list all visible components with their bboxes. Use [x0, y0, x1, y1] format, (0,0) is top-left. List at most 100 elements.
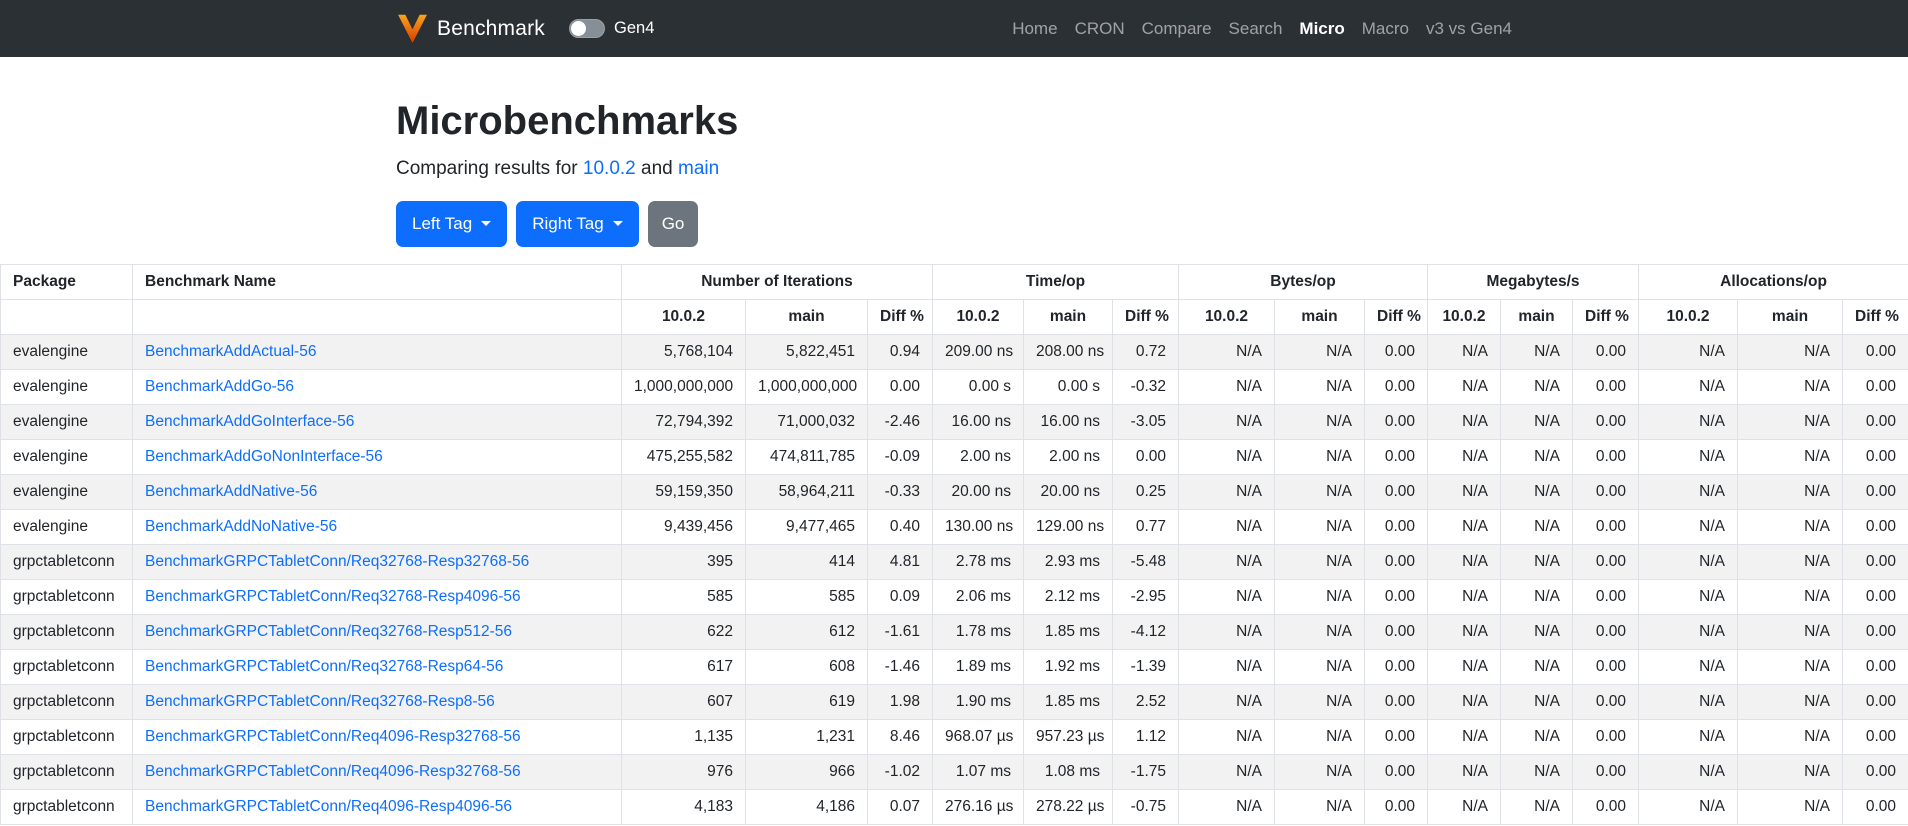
- allocations-cell: N/A: [1737, 508, 1844, 545]
- benchmark-link[interactable]: BenchmarkGRPCTabletConn/Req32768-Resp8-5…: [145, 693, 495, 710]
- allocations-cell: 0.00: [1842, 718, 1908, 755]
- package-cell: grpctabletconn: [0, 543, 133, 580]
- group-header-bytes: Bytes/op: [1178, 263, 1428, 300]
- iterations-cell: 612: [745, 613, 868, 650]
- benchmark-link[interactable]: BenchmarkAddGo-56: [145, 378, 294, 395]
- time-cell: 1.89 ms: [932, 648, 1024, 685]
- megabytes-cell: 0.00: [1571, 578, 1640, 615]
- left-tag-dropdown-label: Left Tag: [412, 214, 473, 233]
- package-cell: grpctabletconn: [0, 718, 133, 755]
- go-button[interactable]: Go: [647, 201, 699, 247]
- bytes-cell: 0.00: [1364, 718, 1428, 755]
- bytes-cell: N/A: [1178, 578, 1275, 615]
- iterations-cell: 4.81: [867, 543, 933, 580]
- megabytes-cell: 0.00: [1571, 368, 1640, 405]
- iterations-cell: 1,000,000,000: [621, 368, 746, 405]
- nav-link-compare[interactable]: Compare: [1142, 19, 1212, 39]
- megabytes-cell: 0.00: [1571, 718, 1640, 755]
- iterations-cell: 1,135: [621, 718, 746, 755]
- iterations-cell: 4,183: [621, 788, 746, 825]
- iterations-cell: 8.46: [867, 718, 933, 755]
- allocations-cell: 0.00: [1842, 438, 1908, 475]
- column-subheader: main: [1500, 298, 1573, 335]
- megabytes-cell: N/A: [1500, 718, 1573, 755]
- time-cell: 1.12: [1112, 718, 1179, 755]
- nav-link-v3-vs-gen4[interactable]: v3 vs Gen4: [1426, 19, 1512, 39]
- time-cell: 957.23 µs: [1023, 718, 1113, 755]
- bytes-cell: N/A: [1274, 473, 1365, 510]
- benchmark-link[interactable]: BenchmarkAddNative-56: [145, 483, 317, 500]
- time-cell: 1.92 ms: [1023, 648, 1113, 685]
- time-cell: 208.00 ns: [1023, 333, 1113, 370]
- bytes-cell: N/A: [1178, 613, 1275, 650]
- benchmark-link[interactable]: BenchmarkGRPCTabletConn/Req4096-Resp3276…: [145, 728, 521, 745]
- group-header-time: Time/op: [932, 263, 1179, 300]
- benchmark-link[interactable]: BenchmarkAddGoInterface-56: [145, 413, 354, 430]
- benchmark-name-cell: BenchmarkGRPCTabletConn/Req4096-Resp3276…: [132, 718, 622, 755]
- allocations-cell: 0.00: [1842, 333, 1908, 370]
- column-subheader: Diff %: [1842, 298, 1908, 335]
- allocations-cell: 0.00: [1842, 753, 1908, 790]
- benchmark-link[interactable]: BenchmarkGRPCTabletConn/Req4096-Resp4096…: [145, 798, 512, 815]
- table-row: grpctabletconn BenchmarkGRPCTabletConn/Re…: [0, 718, 1908, 755]
- iterations-cell: 607: [621, 683, 746, 720]
- package-cell: grpctabletconn: [0, 788, 133, 825]
- table-row: evalengine BenchmarkAddNoNative-56 9,439,4…: [0, 508, 1908, 545]
- megabytes-cell: N/A: [1500, 438, 1573, 475]
- left-tag-link[interactable]: 10.0.2: [583, 158, 636, 179]
- time-cell: 2.12 ms: [1023, 578, 1113, 615]
- benchmark-link[interactable]: BenchmarkGRPCTabletConn/Req32768-Resp512…: [145, 623, 512, 640]
- iterations-cell: 1,231: [745, 718, 868, 755]
- megabytes-cell: N/A: [1427, 473, 1501, 510]
- bytes-cell: N/A: [1274, 648, 1365, 685]
- allocations-cell: N/A: [1737, 718, 1844, 755]
- bytes-cell: N/A: [1178, 473, 1275, 510]
- navbar-container: Benchmark Gen4 Home CRON Compare Search …: [384, 12, 1524, 45]
- nav-link-micro[interactable]: Micro: [1299, 19, 1344, 39]
- table-row: grpctabletconn BenchmarkGRPCTabletConn/Re…: [0, 648, 1908, 685]
- nav-link-macro[interactable]: Macro: [1362, 19, 1409, 39]
- time-cell: 0.72: [1112, 333, 1179, 370]
- iterations-cell: 9,439,456: [621, 508, 746, 545]
- column-subheader: main: [1737, 298, 1844, 335]
- bytes-cell: N/A: [1178, 543, 1275, 580]
- time-cell: 276.16 µs: [932, 788, 1024, 825]
- benchmark-link[interactable]: BenchmarkGRPCTabletConn/Req32768-Resp64-…: [145, 658, 503, 675]
- benchmark-link[interactable]: BenchmarkGRPCTabletConn/Req4096-Resp3276…: [145, 763, 521, 780]
- benchmark-link[interactable]: BenchmarkAddGoNonInterface-56: [145, 448, 383, 465]
- nav-link-search[interactable]: Search: [1229, 19, 1283, 39]
- column-subheader: 10.0.2: [621, 298, 746, 335]
- brand[interactable]: Benchmark: [396, 12, 545, 45]
- nav-link-cron[interactable]: CRON: [1075, 19, 1125, 39]
- iterations-cell: 966: [745, 753, 868, 790]
- right-tag-dropdown[interactable]: Right Tag: [516, 201, 639, 247]
- table-row: evalengine BenchmarkAddActual-56 5,768,104…: [0, 333, 1908, 370]
- bytes-cell: N/A: [1274, 718, 1365, 755]
- benchmark-link[interactable]: BenchmarkAddActual-56: [145, 343, 316, 360]
- benchmark-link[interactable]: BenchmarkGRPCTabletConn/Req32768-Resp327…: [145, 553, 529, 570]
- page-title: Microbenchmarks: [396, 99, 739, 143]
- benchmark-link[interactable]: BenchmarkGRPCTabletConn/Req32768-Resp409…: [145, 588, 521, 605]
- package-cell: grpctabletconn: [0, 648, 133, 685]
- iterations-cell: 395: [621, 543, 746, 580]
- right-tag-link[interactable]: main: [678, 158, 719, 179]
- nav-link-home[interactable]: Home: [1012, 19, 1057, 39]
- megabytes-cell: N/A: [1427, 543, 1501, 580]
- bytes-cell: 0.00: [1364, 508, 1428, 545]
- megabytes-cell: 0.00: [1571, 333, 1640, 370]
- benchmark-link[interactable]: BenchmarkAddNoNative-56: [145, 518, 337, 535]
- megabytes-cell: 0.00: [1571, 613, 1640, 650]
- bytes-cell: N/A: [1274, 403, 1365, 440]
- gen4-toggle[interactable]: [569, 19, 606, 38]
- package-cell: evalengine: [0, 473, 133, 510]
- iterations-cell: 0.40: [867, 508, 933, 545]
- time-cell: 2.00 ns: [932, 438, 1024, 475]
- time-cell: 2.06 ms: [932, 578, 1024, 615]
- iterations-cell: 71,000,032: [745, 403, 868, 440]
- allocations-cell: N/A: [1737, 438, 1844, 475]
- time-cell: 0.77: [1112, 508, 1179, 545]
- left-tag-dropdown[interactable]: Left Tag: [396, 201, 508, 247]
- benchmark-name-cell: BenchmarkGRPCTabletConn/Req32768-Resp327…: [132, 543, 622, 580]
- package-cell: evalengine: [0, 333, 133, 370]
- megabytes-cell: N/A: [1500, 683, 1573, 720]
